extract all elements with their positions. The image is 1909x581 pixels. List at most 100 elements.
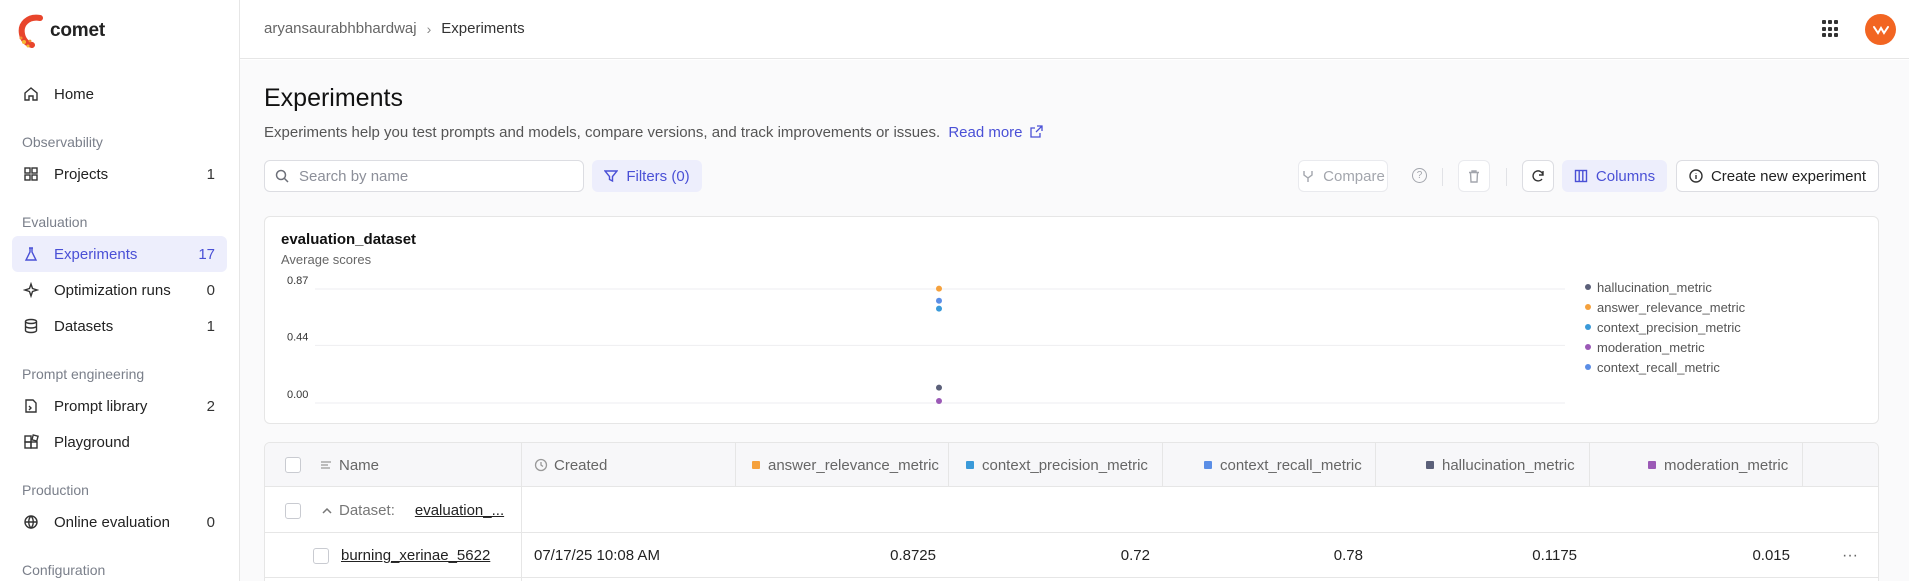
filters-button[interactable]: Filters (0)	[592, 160, 702, 192]
column-header-context-precision[interactable]: context_precision_metric	[966, 443, 1148, 487]
group-checkbox-cell	[285, 488, 301, 533]
series-color-swatch	[1648, 461, 1656, 469]
row-checkbox[interactable]	[313, 547, 329, 564]
sidebar-item-prompt-library[interactable]: Prompt library 2	[12, 388, 227, 424]
sidebar-item-playground[interactable]: Playground	[12, 424, 227, 460]
text-icon	[321, 461, 331, 469]
sidebar-item-experiments[interactable]: Experiments 17	[12, 236, 227, 272]
sidebar: comet Home Observability Projects 1 Eval…	[0, 0, 240, 581]
column-header-label: context_precision_metric	[982, 456, 1148, 474]
search-input[interactable]	[299, 167, 559, 185]
column-header-hallucination[interactable]: hallucination_metric	[1426, 443, 1575, 487]
comet-logo-icon	[18, 14, 43, 48]
sidebar-item-projects[interactable]: Projects 1	[12, 156, 227, 192]
breadcrumb: aryansaurabhbhardwaj › Experiments	[264, 20, 525, 37]
sidebar-item-optimization-runs[interactable]: Optimization runs 0	[12, 272, 227, 308]
globe-icon	[22, 513, 40, 531]
group-row[interactable]: Dataset: evaluation_...	[265, 488, 1878, 533]
breadcrumb-current[interactable]: Experiments	[441, 20, 524, 37]
column-header-context-recall[interactable]: context_recall_metric	[1204, 443, 1362, 487]
column-header-moderation[interactable]: moderation_metric	[1648, 443, 1788, 487]
chart-card: evaluation_dataset Average scores 0.87 0.…	[264, 216, 1879, 424]
group-dataset-link[interactable]: evaluation_...	[415, 502, 504, 519]
columns-button[interactable]: Columns	[1562, 160, 1667, 192]
column-header-answer-relevance[interactable]: answer_relevance_metric	[752, 443, 939, 487]
main-content: Experiments Experiments help you test pr…	[240, 60, 1909, 581]
columns-label: Columns	[1595, 167, 1656, 185]
sidebar-item-label: Optimization runs	[54, 281, 171, 299]
legend-swatch	[1585, 324, 1591, 330]
sidebar-item-label: Datasets	[54, 317, 114, 335]
user-logo-icon	[1872, 25, 1889, 35]
select-all-checkbox[interactable]	[285, 457, 301, 473]
sidebar-section-configuration: Configuration	[22, 562, 106, 578]
data-point-context-precision-metric[interactable]	[936, 305, 942, 312]
context-recall-cell: 0.78	[1333, 547, 1363, 564]
sidebar-section-evaluation: Evaluation	[22, 214, 88, 230]
scores-chart: 0.87 0.44 0.00	[287, 275, 1565, 405]
legend-swatch	[1585, 364, 1591, 370]
column-divider	[735, 443, 736, 487]
column-header-name[interactable]: Name	[319, 443, 379, 487]
chevron-up-icon[interactable]	[321, 505, 333, 517]
series-color-swatch	[1204, 461, 1212, 469]
legend-item[interactable]: moderation_metric	[1585, 337, 1745, 357]
data-point-moderation-metric[interactable]	[936, 398, 942, 405]
group-label: Dataset: evaluation_...	[321, 488, 504, 533]
page-title: Experiments	[264, 84, 403, 112]
legend-label: moderation_metric	[1597, 339, 1705, 355]
column-header-label: answer_relevance_metric	[768, 456, 939, 474]
group-checkbox[interactable]	[285, 502, 301, 519]
create-experiment-button[interactable]: Create new experiment	[1676, 160, 1879, 192]
column-header-label: context_recall_metric	[1220, 456, 1362, 474]
read-more-link[interactable]: Read more	[948, 124, 1043, 141]
database-icon	[22, 317, 40, 335]
experiment-name-link[interactable]: burning_xerinae_5622	[341, 547, 490, 564]
sidebar-item-label: Experiments	[54, 245, 138, 263]
row-menu-icon[interactable]: ···	[1842, 533, 1858, 578]
data-point-hallucination-metric[interactable]	[936, 384, 942, 391]
legend-swatch	[1585, 284, 1591, 290]
compare-button[interactable]: Compare	[1298, 160, 1388, 192]
refresh-icon	[1532, 170, 1544, 182]
table-row[interactable]: burning_xerinae_5622 07/17/25 10:08 AM 0…	[265, 533, 1878, 578]
trash-icon	[1469, 170, 1479, 183]
sidebar-item-home[interactable]: Home	[12, 76, 227, 112]
apps-grid-icon[interactable]	[1822, 20, 1840, 38]
column-header-created[interactable]: Created	[534, 443, 607, 487]
search-field[interactable]	[264, 160, 584, 192]
avatar[interactable]	[1865, 14, 1896, 45]
legend-item[interactable]: context_recall_metric	[1585, 357, 1745, 377]
breadcrumb-workspace[interactable]: aryansaurabhbhardwaj	[264, 20, 417, 37]
legend-label: answer_relevance_metric	[1597, 299, 1746, 315]
help-icon[interactable]: ?	[1412, 168, 1427, 183]
series-color-swatch	[752, 461, 760, 469]
clock-icon	[534, 458, 548, 472]
legend-item[interactable]: hallucination_metric	[1585, 277, 1745, 297]
sidebar-section-prompt-engineering: Prompt engineering	[22, 366, 145, 382]
sidebar-item-datasets[interactable]: Datasets 1	[12, 308, 227, 344]
data-point-answer-relevance-metric[interactable]	[936, 285, 942, 292]
sidebar-item-online-evaluation[interactable]: Online evaluation 0	[12, 504, 227, 540]
legend-item[interactable]: context_precision_metric	[1585, 317, 1745, 337]
comet-logo[interactable]: comet	[18, 14, 105, 48]
sparkle-icon	[22, 281, 40, 299]
sidebar-item-label: Prompt library	[54, 397, 148, 415]
delete-button[interactable]	[1458, 160, 1490, 192]
group-prefix: Dataset:	[339, 502, 395, 519]
context-precision-cell: 0.72	[1120, 547, 1150, 564]
hallucination-cell: 0.1175	[1532, 547, 1577, 564]
refresh-button[interactable]	[1522, 160, 1554, 192]
legend-item[interactable]: answer_relevance_metric	[1585, 297, 1745, 317]
blocks-icon	[22, 433, 40, 451]
page-description-text: Experiments help you test prompts and mo…	[264, 124, 941, 141]
column-divider	[948, 443, 949, 487]
info-circle-icon	[1689, 169, 1703, 183]
sidebar-item-label: Home	[54, 85, 95, 103]
series-color-swatch	[1426, 461, 1434, 469]
column-divider	[1589, 443, 1590, 487]
columns-icon	[1574, 169, 1588, 183]
data-point-context-recall-metric[interactable]	[936, 297, 942, 304]
column-divider	[1802, 443, 1803, 487]
toolbar-divider	[1442, 168, 1443, 186]
